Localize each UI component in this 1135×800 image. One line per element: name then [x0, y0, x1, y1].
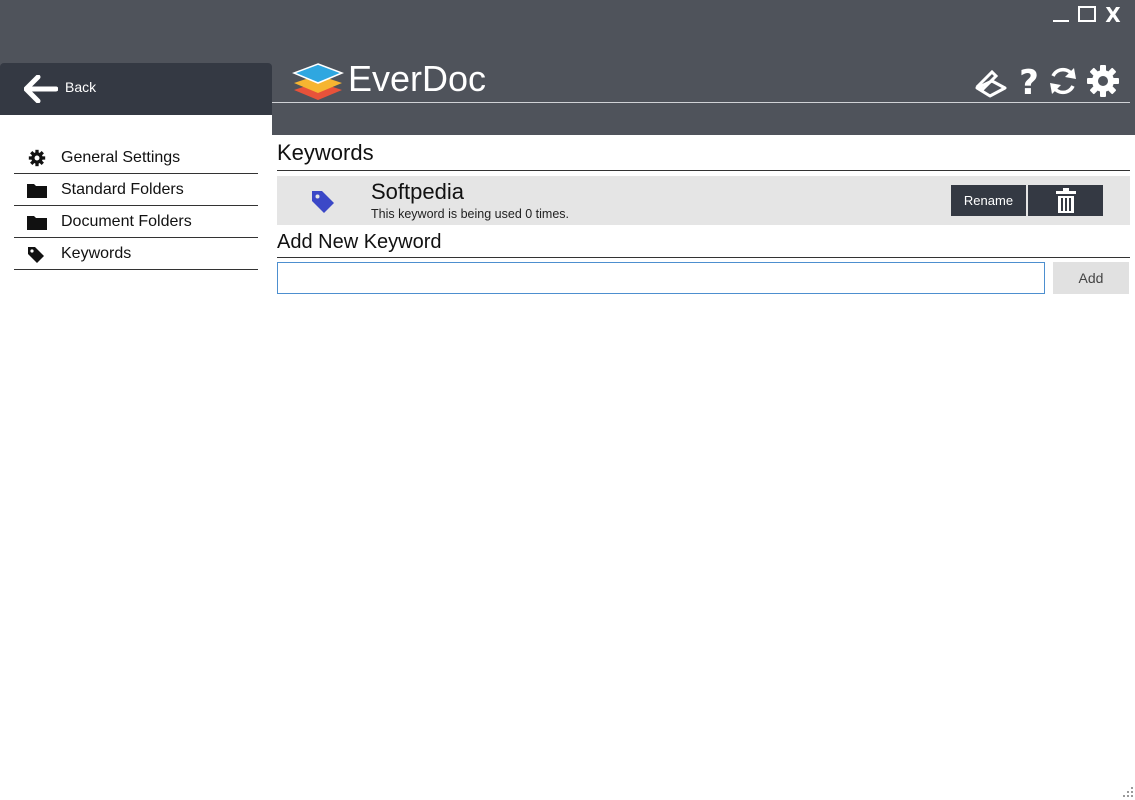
app-title: EverDoc [348, 58, 487, 99]
sidebar-item-keywords[interactable]: Keywords [14, 238, 258, 270]
sidebar-item-label: Keywords [61, 245, 132, 262]
maximize-button[interactable] [1078, 6, 1096, 22]
minimize-button[interactable] [1050, 4, 1072, 26]
add-keyword-heading: Add New Keyword [277, 231, 442, 253]
back-label: Back [65, 79, 97, 95]
scanner-icon[interactable] [974, 64, 1008, 98]
keyword-row: Softpedia This keyword is being used 0 t… [277, 176, 1130, 225]
arrow-left-icon [24, 75, 58, 103]
everdoc-logo [292, 63, 344, 100]
sidebar-top [0, 115, 272, 135]
settings-gear-icon[interactable] [1086, 64, 1120, 98]
new-keyword-input[interactable] [277, 262, 1045, 294]
settings-nav: General Settings Standard Folders Docume… [14, 142, 258, 270]
keyword-name: Softpedia [371, 179, 464, 204]
sidebar-item-general-settings[interactable]: General Settings [14, 142, 258, 174]
rename-button[interactable]: Rename [951, 185, 1026, 216]
svg-text:?: ? [1019, 64, 1039, 98]
sidebar-item-label: General Settings [61, 149, 181, 166]
tag-icon [312, 191, 334, 213]
trash-icon [1056, 188, 1076, 213]
add-button[interactable]: Add [1053, 262, 1129, 294]
delete-button[interactable] [1028, 185, 1103, 216]
gear-icon [28, 149, 46, 167]
folder-icon [27, 216, 47, 230]
back-button[interactable]: Back [0, 63, 272, 115]
header-divider [272, 102, 1130, 103]
keyword-usage: This keyword is being used 0 times. [371, 207, 570, 221]
help-icon[interactable]: ? [1012, 64, 1046, 98]
folder-icon [27, 184, 47, 198]
sync-icon[interactable] [1046, 64, 1080, 98]
keywords-heading: Keywords [277, 140, 374, 165]
resize-grip-icon[interactable] [1122, 786, 1134, 798]
tag-icon [28, 247, 44, 263]
sidebar-item-label: Document Folders [61, 213, 192, 230]
add-keyword-divider [277, 257, 1130, 258]
sidebar-item-document-folders[interactable]: Document Folders [14, 206, 258, 238]
close-button[interactable]: X [1102, 4, 1124, 26]
sidebar-item-standard-folders[interactable]: Standard Folders [14, 174, 258, 206]
keywords-divider [277, 170, 1130, 171]
sidebar-item-label: Standard Folders [61, 181, 184, 198]
